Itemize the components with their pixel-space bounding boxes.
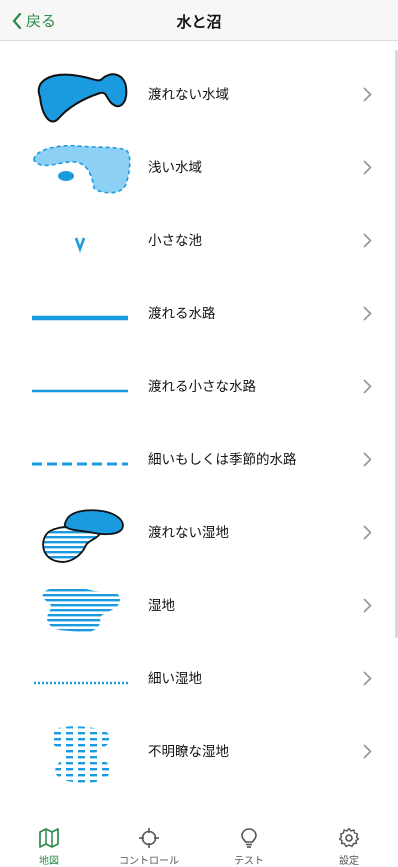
- chevron-right-icon: [363, 87, 372, 102]
- tab-control[interactable]: コントロール: [104, 827, 194, 867]
- item-label: 渡れる小さな水路: [148, 379, 256, 395]
- chevron-right-icon: [363, 379, 372, 394]
- tab-bar: 地図 コントロール テスト 設定: [0, 819, 398, 867]
- control-icon: [139, 828, 159, 848]
- list-item[interactable]: 細い湿地: [0, 643, 398, 716]
- narrow-marsh-icon: [34, 681, 128, 685]
- item-label: 湿地: [148, 598, 175, 614]
- small-crossable-watercourse-icon: [32, 389, 128, 393]
- tab-settings[interactable]: 設定: [304, 827, 394, 867]
- chevron-right-icon: [363, 598, 372, 613]
- gear-icon: [338, 827, 360, 848]
- page-title: 水と沼: [176, 13, 222, 31]
- crossable-watercourse-icon: [32, 315, 128, 321]
- list-item[interactable]: 細いもしくは季節的水路: [0, 424, 398, 497]
- item-label: 渡れない水域: [148, 87, 229, 103]
- seasonal-watercourse-icon: [32, 462, 128, 466]
- shallow-water-icon: [33, 144, 131, 194]
- list-item[interactable]: 渡れない水域: [0, 59, 398, 132]
- list-item[interactable]: 渡れる小さな水路: [0, 351, 398, 424]
- tab-label: テスト: [234, 856, 264, 867]
- item-label: 小さな池: [148, 233, 202, 249]
- list-item[interactable]: 不明瞭な湿地: [0, 716, 398, 789]
- item-label: 渡れる水路: [148, 306, 216, 322]
- uncrossable-marsh-icon: [42, 509, 124, 563]
- list-item[interactable]: 渡れない湿地: [0, 497, 398, 570]
- list-item[interactable]: 湿地: [0, 570, 398, 643]
- list-item[interactable]: 浅い水域: [0, 132, 398, 205]
- list-item[interactable]: 小さな池: [0, 205, 398, 278]
- tab-label: 設定: [339, 856, 359, 867]
- navigation-bar: 戻る 水と沼: [0, 0, 398, 41]
- item-label: 渡れない湿地: [148, 525, 229, 541]
- tab-label: コントロール: [119, 856, 179, 867]
- tab-test[interactable]: テスト: [204, 827, 294, 867]
- item-label: 細いもしくは季節的水路: [148, 452, 297, 468]
- small-pond-icon: [74, 237, 86, 253]
- chevron-right-icon: [363, 233, 372, 248]
- item-label: 細い湿地: [148, 671, 202, 687]
- item-label: 不明瞭な湿地: [148, 744, 229, 760]
- chevron-right-icon: [363, 744, 372, 759]
- uncrossable-water-icon: [37, 73, 128, 123]
- lightbulb-icon: [241, 828, 257, 848]
- map-icon: [39, 828, 59, 848]
- chevron-right-icon: [363, 525, 372, 540]
- chevron-right-icon: [363, 306, 372, 321]
- tab-label: 地図: [39, 856, 59, 867]
- list-item[interactable]: 渡れる水路: [0, 278, 398, 351]
- marsh-icon: [42, 586, 120, 633]
- item-label: 浅い水域: [148, 160, 202, 176]
- chevron-right-icon: [363, 671, 372, 686]
- tab-map[interactable]: 地図: [4, 827, 94, 867]
- chevron-right-icon: [363, 160, 372, 175]
- chevron-right-icon: [363, 452, 372, 467]
- indistinct-marsh-icon: [49, 726, 111, 783]
